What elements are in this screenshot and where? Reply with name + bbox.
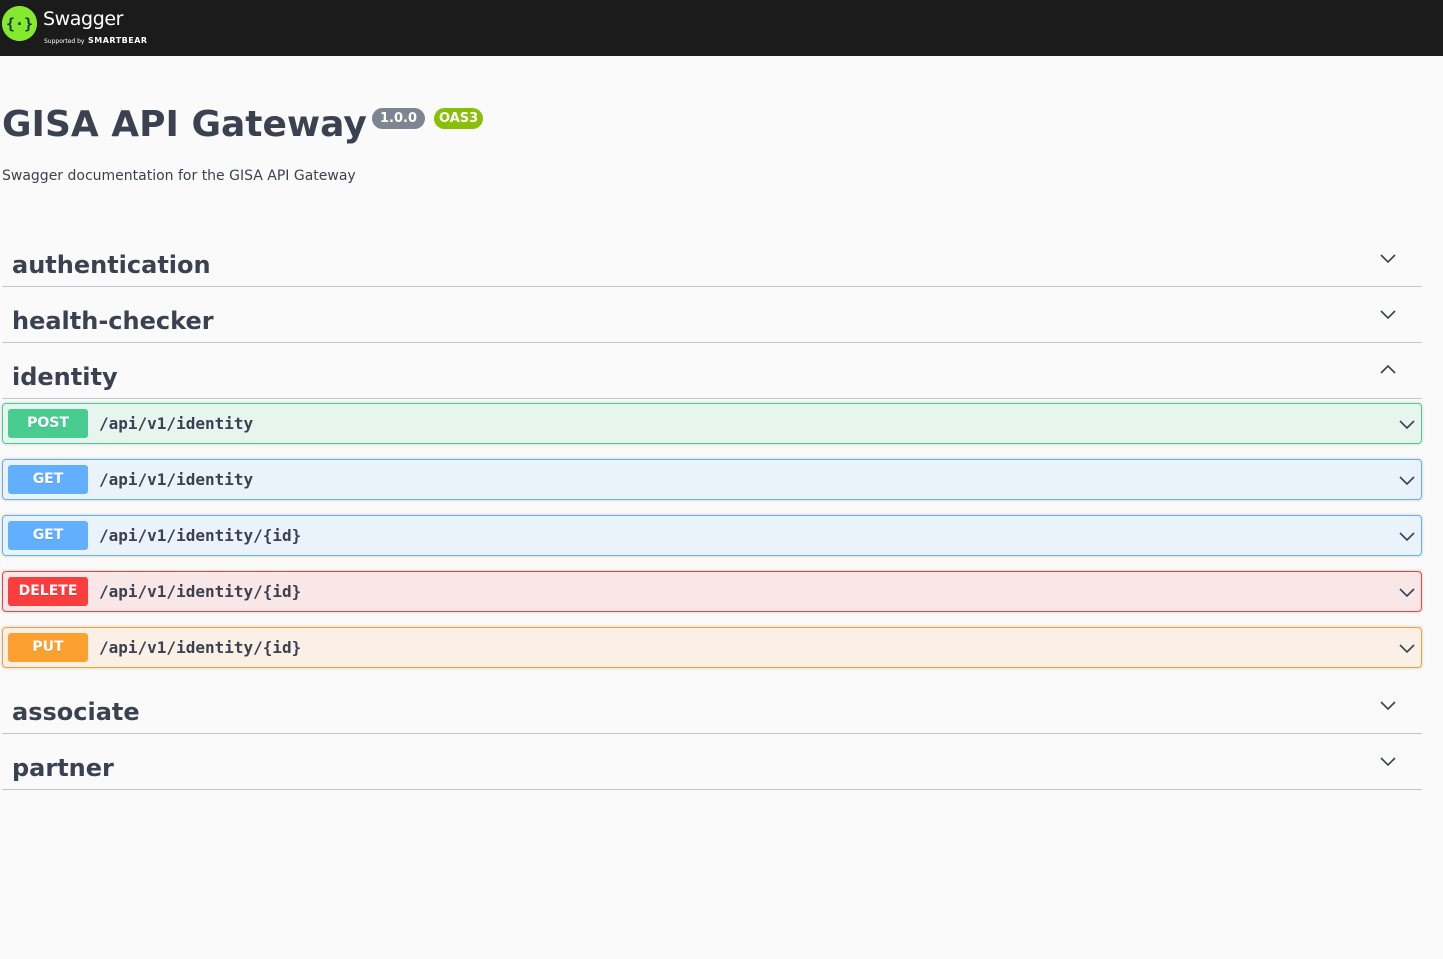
tag-partner[interactable]: partner	[2, 734, 1422, 790]
tag-identity[interactable]: identity	[2, 343, 1422, 399]
method-badge-post: POST	[8, 409, 88, 438]
tag-name: identity	[12, 363, 118, 391]
swagger-logo-link[interactable]: {·} Swagger Supported by SMARTBEAR	[2, 5, 162, 47]
operation-path: /api/v1/identity/{id}	[99, 638, 302, 657]
chevron-down-icon	[1380, 701, 1396, 711]
chevron-up-icon	[1380, 364, 1396, 374]
operation-path: /api/v1/identity/{id}	[99, 526, 302, 545]
version-badge: 1.0.0	[372, 108, 426, 129]
api-description: Swagger documentation for the GISA API G…	[2, 168, 356, 184]
swagger-logo-icon: {·}	[2, 6, 37, 41]
operation-path: /api/v1/identity	[99, 470, 254, 489]
tag-associate[interactable]: associate	[2, 678, 1422, 734]
tag-name: associate	[12, 698, 140, 726]
logo-name: Swagger	[43, 8, 124, 30]
chevron-down-icon	[1380, 757, 1396, 767]
method-badge-get: GET	[8, 465, 88, 494]
method-badge-put: PUT	[8, 633, 88, 662]
tag-name: health-checker	[12, 307, 214, 335]
svg-text:{·}: {·}	[6, 15, 33, 33]
method-badge-get: GET	[8, 521, 88, 550]
tag-health-checker[interactable]: health-checker	[2, 287, 1422, 343]
chevron-down-icon	[1399, 476, 1415, 486]
operation-get-identity-id[interactable]: GET /api/v1/identity/{id}	[2, 515, 1422, 556]
operation-get-identity[interactable]: GET /api/v1/identity	[2, 459, 1422, 500]
chevron-down-icon	[1380, 254, 1396, 264]
page-title: GISA API Gateway	[2, 104, 367, 145]
operation-put-identity-id[interactable]: PUT /api/v1/identity/{id}	[2, 627, 1422, 668]
operation-post-identity[interactable]: POST /api/v1/identity	[2, 403, 1422, 444]
chevron-down-icon	[1399, 644, 1415, 654]
tag-authentication[interactable]: authentication	[2, 231, 1422, 287]
operation-delete-identity-id[interactable]: DELETE /api/v1/identity/{id}	[2, 571, 1422, 612]
tag-name: partner	[12, 754, 114, 782]
oas-badge: OAS3	[434, 108, 484, 129]
chevron-down-icon	[1399, 532, 1415, 542]
chevron-down-icon	[1399, 420, 1415, 430]
chevron-down-icon	[1380, 310, 1396, 320]
topbar: {·} Swagger Supported by SMARTBEAR	[0, 0, 1443, 56]
logo-smartbear: SMARTBEAR	[88, 36, 148, 45]
operation-path: /api/v1/identity	[99, 414, 254, 433]
operation-path: /api/v1/identity/{id}	[99, 582, 302, 601]
tag-name: authentication	[12, 251, 211, 279]
method-badge-delete: DELETE	[8, 577, 88, 606]
chevron-down-icon	[1399, 588, 1415, 598]
logo-supported-by: Supported by	[44, 38, 85, 45]
